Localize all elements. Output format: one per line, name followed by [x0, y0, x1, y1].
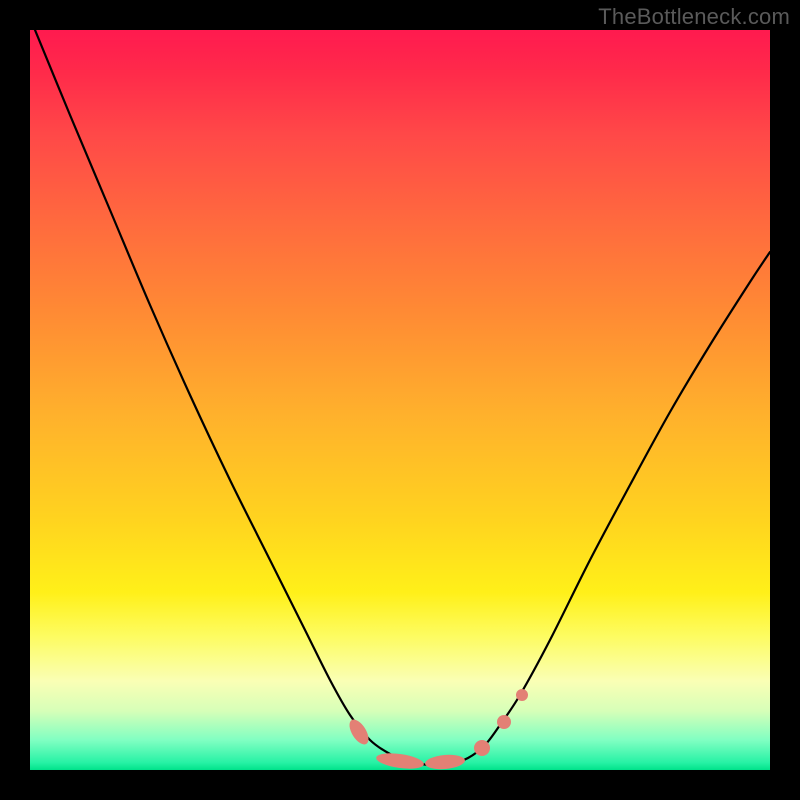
bottleneck-curve-svg: [30, 30, 770, 770]
bottleneck-curve: [35, 30, 770, 765]
chart-plot-area: [30, 30, 770, 770]
rise-dot-2: [516, 689, 528, 701]
rise-dot-1: [497, 715, 511, 729]
min-plateau-mid2: [424, 753, 465, 770]
curve-markers: [346, 689, 528, 770]
min-plateau-mid1: [375, 751, 424, 770]
chart-frame: TheBottleneck.com: [0, 0, 800, 800]
min-plateau-right: [474, 740, 490, 756]
watermark-text: TheBottleneck.com: [598, 4, 790, 30]
min-plateau-left: [346, 716, 373, 747]
